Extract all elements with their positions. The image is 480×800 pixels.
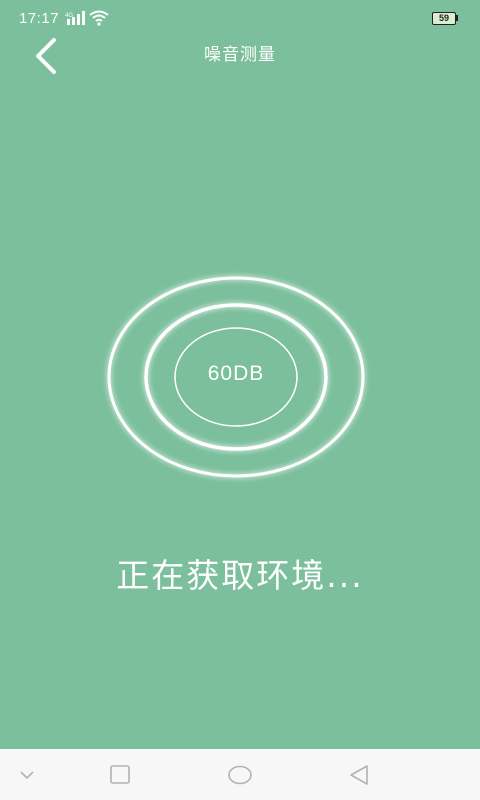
- back-triangle-icon[interactable]: [347, 762, 373, 788]
- home-circle-icon[interactable]: [224, 762, 256, 788]
- status-time: 17:17: [19, 10, 60, 27]
- recents-square-icon[interactable]: [107, 762, 133, 788]
- page-title: 噪音测量: [204, 45, 276, 65]
- wifi-icon: [89, 10, 109, 26]
- noise-meter: 60DB: [100, 265, 372, 489]
- battery-tip: [456, 15, 458, 21]
- decibel-value: 60DB: [207, 362, 265, 385]
- chevron-down-icon[interactable]: [14, 762, 40, 788]
- battery-icon: 59: [432, 12, 456, 25]
- status-message: 正在获取环境...: [116, 556, 364, 595]
- app-bar: 噪音测量: [0, 30, 480, 80]
- system-nav-bar: [0, 749, 480, 800]
- cellular-signal-icon: 4G: [65, 11, 85, 25]
